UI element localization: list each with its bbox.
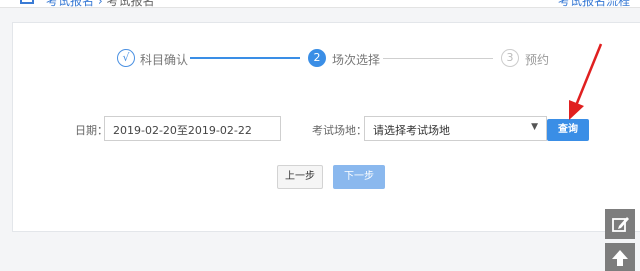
- query-button[interactable]: 查询: [547, 119, 589, 141]
- booking-card: √ 科目确认 2 场次选择 3 预约 日期： 2019-02-20至2019-0…: [12, 22, 640, 232]
- caret-down-icon: ▼: [531, 122, 538, 132]
- prev-step-button[interactable]: 上一步: [277, 165, 323, 189]
- breadcrumb: 考试报名 › 考试报名: [46, 0, 155, 8]
- venue-select-value: 请选择考试场地: [373, 124, 450, 137]
- scroll-top-button[interactable]: [605, 243, 635, 271]
- edit-icon: [612, 217, 629, 232]
- step-progress: √ 科目确认 2 场次选择 3 预约: [13, 23, 640, 93]
- breadcrumb-separator: ›: [97, 0, 103, 8]
- step-1-label: 科目确认: [140, 53, 189, 67]
- page-icon: [20, 0, 34, 4]
- step-connector-2: [383, 58, 493, 59]
- process-link[interactable]: 考试报名流程: [558, 0, 630, 7]
- step-3-label: 预约: [525, 53, 550, 67]
- edit-button[interactable]: [605, 209, 635, 239]
- breadcrumb-link[interactable]: 考试报名: [46, 0, 94, 7]
- date-range-input[interactable]: 2019-02-20至2019-02-22: [104, 116, 281, 141]
- arrow-up-icon: [612, 250, 628, 266]
- step-3-number: 3: [501, 49, 519, 67]
- step-connector-1: [190, 57, 300, 59]
- step-2-label: 场次选择: [332, 53, 381, 67]
- breadcrumb-current: 考试报名: [106, 0, 155, 8]
- top-bar: 考试报名 › 考试报名 考试报名流程: [0, 0, 640, 8]
- venue-label: 考试场地：: [312, 124, 367, 137]
- step-1-check-icon: √: [117, 49, 135, 67]
- next-step-button[interactable]: 下一步: [333, 165, 385, 189]
- venue-select[interactable]: 请选择考试场地 ▼: [364, 116, 547, 141]
- step-2-number: 2: [308, 49, 326, 67]
